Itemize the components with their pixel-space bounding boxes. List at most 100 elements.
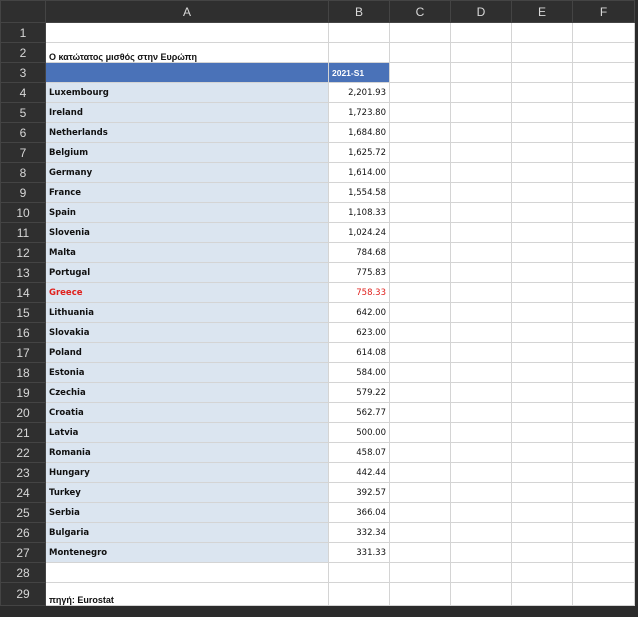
row-header[interactable]: 29 — [0, 582, 46, 606]
row-header[interactable]: 18 — [0, 362, 46, 383]
row-header[interactable]: 23 — [0, 462, 46, 483]
cell[interactable] — [450, 282, 512, 303]
country-cell[interactable]: Serbia — [45, 502, 329, 523]
row-header[interactable]: 6 — [0, 122, 46, 143]
cell[interactable] — [572, 122, 635, 143]
cell[interactable] — [389, 102, 451, 123]
cell[interactable] — [450, 562, 512, 583]
country-cell[interactable]: Portugal — [45, 262, 329, 283]
cell[interactable] — [389, 362, 451, 383]
cell[interactable] — [572, 442, 635, 463]
cell[interactable] — [511, 42, 573, 63]
cell[interactable] — [511, 102, 573, 123]
cell[interactable] — [389, 402, 451, 423]
cell[interactable] — [511, 562, 573, 583]
cell[interactable] — [572, 582, 635, 606]
row-header[interactable]: 24 — [0, 482, 46, 503]
cell[interactable] — [45, 562, 329, 583]
row-header[interactable]: 28 — [0, 562, 46, 583]
cell[interactable] — [450, 502, 512, 523]
cell[interactable] — [572, 162, 635, 183]
cell[interactable] — [389, 522, 451, 543]
wage-value-cell[interactable]: 332.34 — [328, 522, 390, 543]
cell[interactable] — [572, 322, 635, 343]
cell[interactable] — [389, 382, 451, 403]
country-cell[interactable]: Croatia — [45, 402, 329, 423]
cell[interactable] — [328, 582, 390, 606]
cell[interactable] — [450, 342, 512, 363]
cell[interactable] — [511, 462, 573, 483]
country-cell[interactable]: Turkey — [45, 482, 329, 503]
cell[interactable] — [450, 262, 512, 283]
cell[interactable] — [389, 482, 451, 503]
country-cell[interactable]: Romania — [45, 442, 329, 463]
cell[interactable] — [389, 182, 451, 203]
wage-value-cell[interactable]: 366.04 — [328, 502, 390, 523]
country-cell[interactable]: Lithuania — [45, 302, 329, 323]
cell[interactable] — [572, 22, 635, 43]
wage-value-cell[interactable]: 784.68 — [328, 242, 390, 263]
cell[interactable] — [389, 142, 451, 163]
country-cell[interactable]: Luxembourg — [45, 82, 329, 103]
country-cell[interactable]: France — [45, 182, 329, 203]
cell[interactable] — [328, 562, 390, 583]
cell[interactable] — [511, 262, 573, 283]
cell[interactable] — [450, 482, 512, 503]
cell[interactable] — [450, 22, 512, 43]
table-header-period-cell[interactable]: 2021-S1 — [328, 62, 390, 83]
table-header-country-cell[interactable] — [45, 62, 329, 83]
country-cell[interactable]: Germany — [45, 162, 329, 183]
cell[interactable] — [389, 42, 451, 63]
cell[interactable] — [511, 222, 573, 243]
wage-value-cell[interactable]: 2,201.93 — [328, 82, 390, 103]
wage-value-cell[interactable]: 1,108.33 — [328, 202, 390, 223]
cell-b1[interactable] — [328, 22, 390, 43]
country-cell[interactable]: Hungary — [45, 462, 329, 483]
wage-value-cell[interactable]: 458.07 — [328, 442, 390, 463]
country-cell[interactable]: Greece — [45, 282, 329, 303]
cell[interactable] — [572, 362, 635, 383]
wage-value-cell[interactable]: 331.33 — [328, 542, 390, 563]
cell[interactable] — [450, 362, 512, 383]
cell[interactable] — [450, 202, 512, 223]
row-header[interactable]: 12 — [0, 242, 46, 263]
cell[interactable] — [511, 482, 573, 503]
wage-value-cell[interactable]: 392.57 — [328, 482, 390, 503]
wage-value-cell[interactable]: 775.83 — [328, 262, 390, 283]
row-header[interactable]: 1 — [0, 22, 46, 43]
cell[interactable] — [450, 382, 512, 403]
country-cell[interactable]: Poland — [45, 342, 329, 363]
cell[interactable] — [389, 442, 451, 463]
cell[interactable] — [511, 522, 573, 543]
cell[interactable] — [450, 182, 512, 203]
cell[interactable] — [572, 242, 635, 263]
cell[interactable] — [389, 462, 451, 483]
cell[interactable] — [389, 262, 451, 283]
row-header[interactable]: 4 — [0, 82, 46, 103]
cell[interactable] — [572, 202, 635, 223]
row-header[interactable]: 2 — [0, 42, 46, 63]
column-header-f[interactable]: F — [572, 0, 635, 23]
wage-value-cell[interactable]: 1,684.80 — [328, 122, 390, 143]
cell[interactable] — [572, 182, 635, 203]
row-header[interactable]: 25 — [0, 502, 46, 523]
country-cell[interactable]: Slovakia — [45, 322, 329, 343]
cell[interactable] — [572, 462, 635, 483]
cell[interactable] — [572, 262, 635, 283]
column-header-c[interactable]: C — [389, 0, 451, 23]
cell[interactable] — [389, 242, 451, 263]
cell[interactable] — [389, 302, 451, 323]
cell[interactable] — [511, 82, 573, 103]
cell[interactable] — [389, 62, 451, 83]
wage-value-cell[interactable]: 642.00 — [328, 302, 390, 323]
cell[interactable] — [511, 502, 573, 523]
cell[interactable] — [511, 302, 573, 323]
cell[interactable] — [572, 382, 635, 403]
wage-value-cell[interactable]: 1,614.00 — [328, 162, 390, 183]
row-header[interactable]: 7 — [0, 142, 46, 163]
cell[interactable] — [511, 422, 573, 443]
cell[interactable] — [511, 182, 573, 203]
cell[interactable] — [389, 222, 451, 243]
cell[interactable] — [450, 82, 512, 103]
row-header[interactable]: 3 — [0, 62, 46, 83]
